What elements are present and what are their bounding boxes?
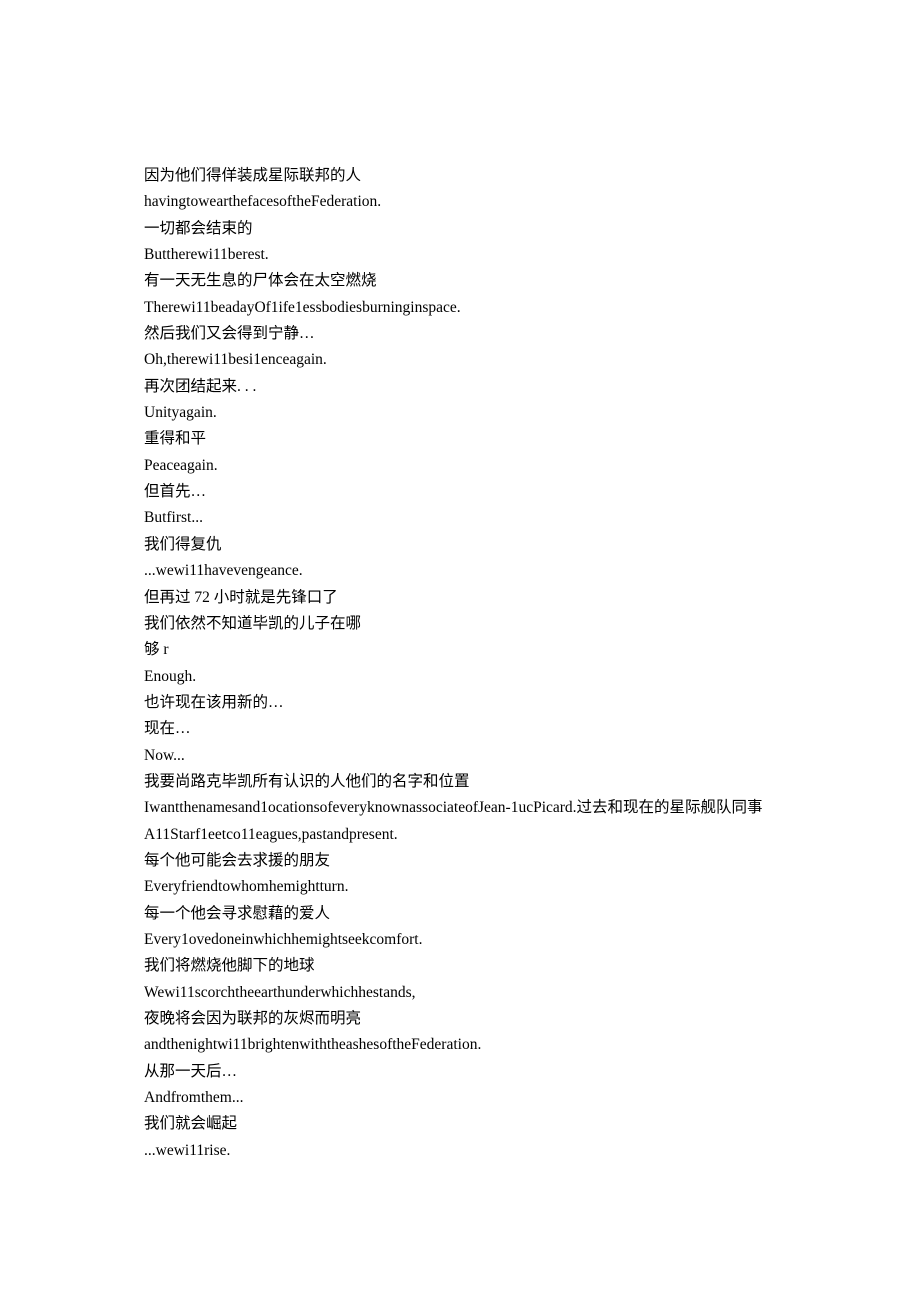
text-line: 我们将燃烧他脚下的地球 xyxy=(144,953,776,979)
text-line: Butfirst... xyxy=(144,505,776,531)
text-line: 但首先… xyxy=(144,479,776,505)
text-line: havingtowearthefacesoftheFederation. xyxy=(144,189,776,215)
text-line: Andfromthem... xyxy=(144,1085,776,1111)
text-line: Every1ovedoneinwhichhemightseekcomfort. xyxy=(144,927,776,953)
text-line: 但再过 72 小时就是先锋口了 xyxy=(144,585,776,611)
document-page: 因为他们得佯装成星际联邦的人havingtowearthefacesoftheF… xyxy=(0,0,920,1264)
text-line: 重得和平 xyxy=(144,426,776,452)
text-line: Now... xyxy=(144,743,776,769)
text-line: 现在… xyxy=(144,716,776,742)
text-line: ...wewi11havevengeance. xyxy=(144,558,776,584)
text-line: 因为他们得佯装成星际联邦的人 xyxy=(144,163,776,189)
document-body: 因为他们得佯装成星际联邦的人havingtowearthefacesoftheF… xyxy=(144,163,776,1164)
text-line: 每个他可能会去求援的朋友 xyxy=(144,848,776,874)
text-line: A11Starf1eetco11eagues,pastandpresent. xyxy=(144,822,776,848)
text-line: 够 r xyxy=(144,637,776,663)
text-line: 一切都会结束的 xyxy=(144,216,776,242)
text-line: Wewi11scorchtheearthunderwhichhestands, xyxy=(144,980,776,1006)
text-line: ...wewi11rise. xyxy=(144,1138,776,1164)
text-line: Enough. xyxy=(144,664,776,690)
text-line: 也许现在该用新的… xyxy=(144,690,776,716)
text-line: Everyfriendtowhomhemightturn. xyxy=(144,874,776,900)
text-line: Oh,therewi11besi1enceagain. xyxy=(144,347,776,373)
text-line: 我要尚路克毕凯所有认识的人他们的名字和位置 xyxy=(144,769,776,795)
text-line: 再次团结起来. . . xyxy=(144,374,776,400)
text-line: 从那一天后… xyxy=(144,1059,776,1085)
text-line: andthenightwi11brightenwiththeashesofthe… xyxy=(144,1032,776,1058)
text-line: 我们得复仇 xyxy=(144,532,776,558)
text-line: 我们依然不知道毕凯的儿子在哪 xyxy=(144,611,776,637)
text-line: Buttherewi11berest. xyxy=(144,242,776,268)
text-line: 我们就会崛起 xyxy=(144,1111,776,1137)
text-line: 每一个他会寻求慰藉的爱人 xyxy=(144,901,776,927)
text-line: 然后我们又会得到宁静… xyxy=(144,321,776,347)
text-line: 有一天无生息的尸体会在太空燃烧 xyxy=(144,268,776,294)
text-line: Therewi11beadayOf1ife1essbodiesburningin… xyxy=(144,295,776,321)
text-line: Peaceagain. xyxy=(144,453,776,479)
text-line: Iwantthenamesand1ocationsofeveryknownass… xyxy=(144,795,776,821)
text-line: 夜晚将会因为联邦的灰烬而明亮 xyxy=(144,1006,776,1032)
text-line: Unityagain. xyxy=(144,400,776,426)
